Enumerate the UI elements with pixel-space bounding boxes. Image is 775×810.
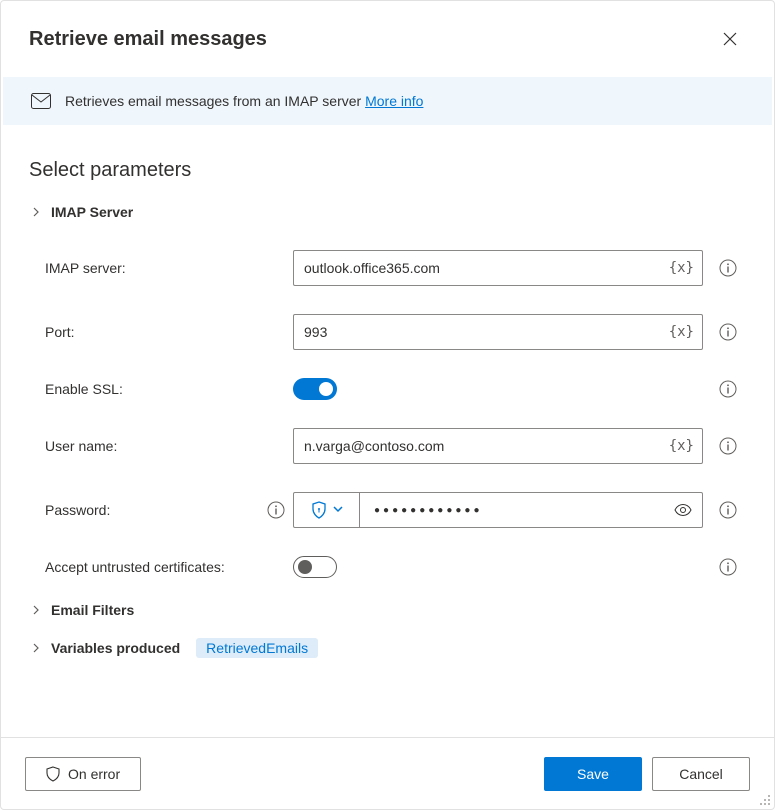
label-password: Password:	[45, 501, 293, 519]
cancel-label: Cancel	[679, 766, 723, 782]
label-enable-ssl: Enable SSL:	[45, 381, 293, 397]
accordion-label: Variables produced	[51, 640, 180, 656]
enable-ssl-toggle[interactable]	[293, 378, 337, 400]
info-icon	[719, 558, 737, 576]
insert-variable-button[interactable]: {x}	[669, 260, 694, 276]
info-icon	[719, 501, 737, 519]
shield-outline-icon	[46, 766, 60, 782]
chevron-right-icon	[31, 605, 41, 615]
chevron-right-icon	[31, 207, 41, 217]
show-password-button[interactable]	[664, 493, 702, 527]
port-value: 993	[304, 324, 327, 340]
on-error-button[interactable]: On error	[25, 757, 141, 791]
more-info-link[interactable]: More info	[365, 93, 423, 109]
label-accept-untrusted: Accept untrusted certificates:	[45, 559, 293, 575]
port-input[interactable]: 993 {x}	[293, 314, 703, 350]
description-banner: Retrieves email messages from an IMAP se…	[3, 77, 772, 125]
info-icon-password[interactable]	[719, 501, 737, 519]
info-icon	[719, 323, 737, 341]
info-icon-imap[interactable]	[719, 259, 737, 277]
label-port: Port:	[45, 324, 293, 340]
label-imap-server: IMAP server:	[45, 260, 293, 276]
mail-icon	[31, 93, 51, 109]
info-icon	[719, 437, 737, 455]
accordion-variables-produced[interactable]: Variables produced RetrievedEmails	[29, 638, 746, 658]
user-name-value: n.varga@contoso.com	[304, 438, 444, 454]
password-mode-dropdown[interactable]	[294, 493, 360, 527]
insert-variable-button[interactable]: {x}	[669, 324, 694, 340]
label-user-name: User name:	[45, 438, 293, 454]
accept-untrusted-toggle[interactable]	[293, 556, 337, 578]
info-icon-password-left[interactable]	[267, 501, 285, 519]
user-name-input[interactable]: n.varga@contoso.com {x}	[293, 428, 703, 464]
banner-text: Retrieves email messages from an IMAP se…	[65, 93, 423, 109]
save-label: Save	[577, 766, 609, 782]
accordion-email-filters[interactable]: Email Filters	[29, 602, 746, 618]
accordion-label: IMAP Server	[51, 204, 133, 220]
info-icon-untrusted[interactable]	[719, 558, 737, 576]
info-icon-user[interactable]	[719, 437, 737, 455]
eye-icon	[674, 504, 692, 516]
chevron-down-icon	[333, 506, 343, 514]
info-icon	[267, 501, 285, 519]
accordion-imap-server[interactable]: IMAP Server	[29, 204, 746, 220]
info-icon-port[interactable]	[719, 323, 737, 341]
close-button[interactable]	[714, 23, 746, 55]
insert-variable-button[interactable]: {x}	[669, 438, 694, 454]
section-title: Select parameters	[29, 159, 746, 182]
shield-icon	[311, 501, 327, 519]
info-icon	[719, 259, 737, 277]
imap-server-input[interactable]: outlook.office365.com {x}	[293, 250, 703, 286]
chevron-right-icon	[31, 643, 41, 653]
accordion-label: Email Filters	[51, 602, 134, 618]
variable-chip[interactable]: RetrievedEmails	[196, 638, 318, 658]
close-icon	[723, 32, 737, 46]
info-icon-ssl[interactable]	[719, 380, 737, 398]
cancel-button[interactable]: Cancel	[652, 757, 750, 791]
resize-grip-icon[interactable]	[759, 794, 771, 806]
password-input[interactable]: ●●●●●●●●●●●●	[360, 493, 664, 527]
on-error-label: On error	[68, 766, 120, 782]
imap-server-value: outlook.office365.com	[304, 260, 440, 276]
info-icon	[719, 380, 737, 398]
dialog-title: Retrieve email messages	[29, 28, 267, 51]
save-button[interactable]: Save	[544, 757, 642, 791]
